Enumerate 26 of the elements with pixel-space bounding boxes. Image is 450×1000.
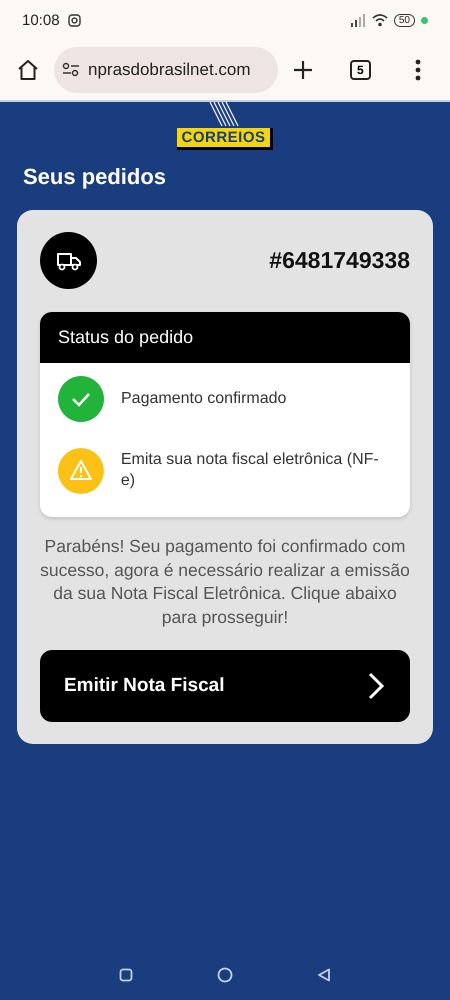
- step-label: Pagamento confirmado: [121, 388, 286, 409]
- home-circle-icon[interactable]: [217, 967, 233, 983]
- page-title: Seus pedidos: [23, 164, 168, 190]
- camera-icon: [68, 14, 81, 26]
- step-label: Emita sua nota fiscal eletrônica (NF-e): [120, 450, 380, 491]
- wifi-icon: [372, 13, 388, 27]
- signal-icon: [350, 13, 366, 27]
- home-icon[interactable]: [16, 58, 40, 82]
- warning-icon: [58, 448, 104, 494]
- chevron-right-icon: [368, 672, 384, 700]
- address-bar[interactable]: nprasdobrasilnet.com: [54, 47, 278, 93]
- battery-level: 50: [394, 14, 415, 26]
- menu-icon[interactable]: [414, 59, 421, 81]
- status-panel-title: Status do pedido: [58, 327, 194, 347]
- back-icon[interactable]: [317, 968, 331, 982]
- confirmation-message: Parabéns! Seu pagamento foi confirmado com sucesso, agora é necessário realizar a emissão da sua Nota Fiscal Eletrônica. Clique abaixo para prosseguir!: [40, 535, 410, 629]
- tab-count-button[interactable]: 5: [350, 60, 371, 80]
- new-tab-icon[interactable]: [292, 59, 314, 81]
- recents-icon[interactable]: [119, 968, 133, 982]
- logo-wordmark: CORREIOS: [177, 128, 272, 150]
- order-number: #6481749338: [269, 247, 410, 274]
- issue-invoice-button[interactable]: Emitir Nota Fiscal: [40, 650, 410, 722]
- site-settings-icon[interactable]: [62, 62, 80, 78]
- status-dot-icon: [421, 16, 428, 24]
- clock-time: 10:08: [22, 12, 60, 28]
- check-icon: [58, 376, 104, 422]
